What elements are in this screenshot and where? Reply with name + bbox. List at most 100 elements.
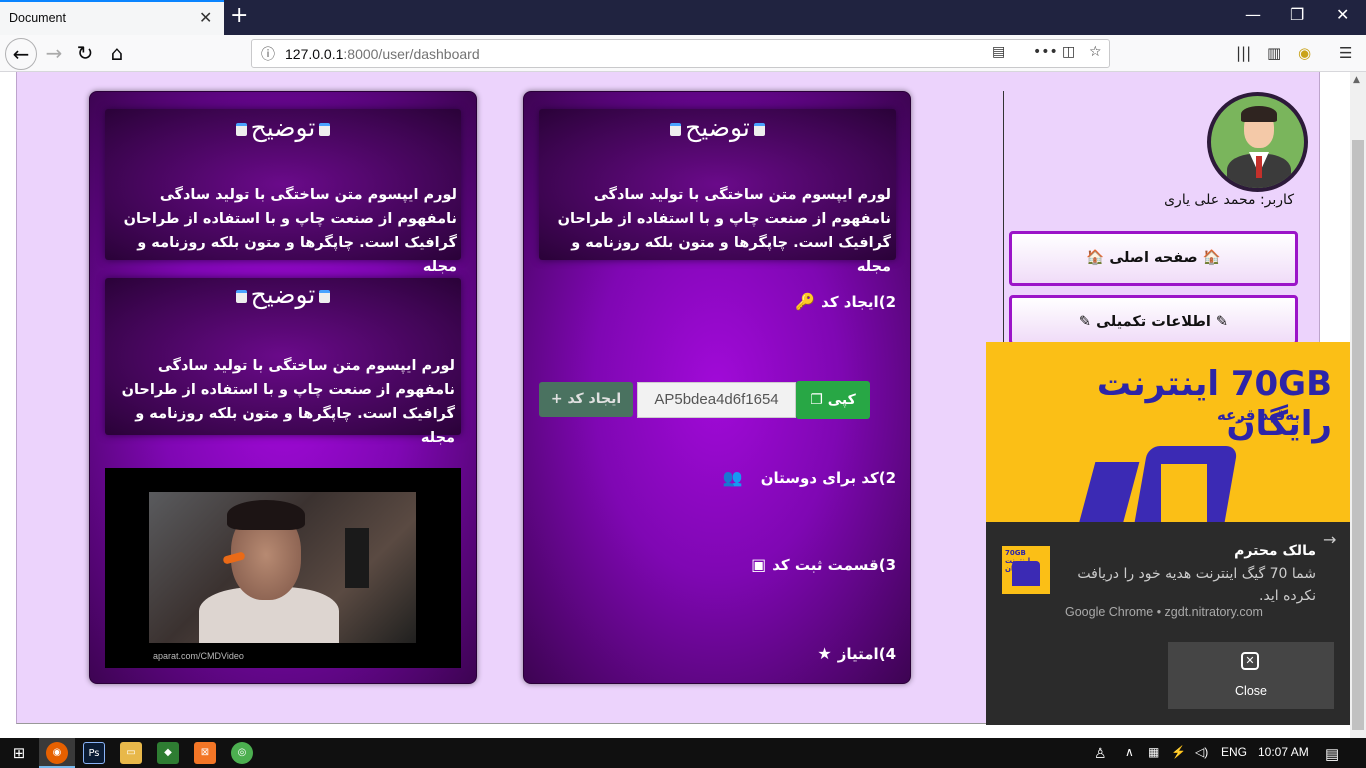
menu-icon[interactable]: ☰ [1339,44,1352,62]
page-actions-icon[interactable]: ••• [1033,44,1058,60]
video-person-hair [227,500,305,530]
additional-info-menu-button[interactable]: ✎ اطلاعات تکمیلی ✎ [1009,295,1298,345]
home-menu-label: صفحه اصلی [1109,250,1198,266]
power-icon[interactable]: ⚡ [1171,745,1186,759]
generate-code-label: ایجاد کد [567,391,622,407]
description-box: توضیح لورم ایپسوم متن ساختگی با تولید سا… [539,109,896,275]
generate-code-button[interactable]: + ایجاد کد [539,382,633,417]
close-label: Close [1235,684,1267,698]
book-icon [670,123,682,136]
sidebar-icon[interactable]: ▥ [1267,44,1281,62]
description-text: لورم ایپسوم متن ساختگی با تولید سادگی نا… [121,358,455,446]
ad-headline: 70GB اینترنت رایگان [1096,364,1332,444]
notification-source: Google Chrome • zgdt.nitratory.com [1065,605,1263,619]
pocket-icon[interactable]: ◫ [1062,44,1075,60]
home-icon[interactable]: ⌂ [103,40,131,68]
xampp-icon[interactable]: ⊠ [194,742,216,764]
extension-icon[interactable]: ◉ [1298,44,1311,62]
description-heading: توضیح [539,113,896,142]
key-icon: 🔑 [795,292,816,311]
tray-chevron-icon[interactable]: ∧ [1125,745,1134,759]
clock[interactable]: 10:07 AM [1258,745,1309,759]
video-background-door [345,528,369,588]
language-indicator[interactable]: ENG [1221,745,1247,759]
copy-button[interactable]: ❐ کپی [796,381,870,419]
bookmark-star-icon[interactable]: ☆ [1089,44,1102,60]
url-host: 127.0.0.1 [285,46,344,62]
network-icon[interactable]: ▦ [1148,745,1159,759]
open-arrow-icon[interactable]: → [1323,530,1336,549]
description-box: توضیح لورم ایپسوم متن ساختگی با تولید سا… [105,109,461,275]
home-menu-button[interactable]: 🏠 صفحه اصلی 🏠 [1009,231,1298,286]
push-notification[interactable]: 70GB اینترنت رایگان به‌قید قرعه → 70GB ا… [986,342,1350,725]
notification-banner-image: 70GB اینترنت رایگان به‌قید قرعه [986,342,1350,522]
firefox-icon[interactable]: ◉ [46,742,68,764]
additional-info-label: اطلاعات تکمیلی [1096,314,1211,330]
video-player[interactable]: aparat.com/CMDVideo [105,468,461,668]
notification-title: مالک محترم [1234,543,1316,559]
avatar-hair [1241,106,1277,122]
description-box: توضیح لورم ایپسوم متن ساختگی با تولید سا… [105,278,461,446]
notification-body: شما 70 گیگ اینترنت هدیه خود را دریافت نک… [1077,566,1316,604]
book-icon [235,123,247,136]
scrollbar[interactable]: ▲ [1350,72,1366,738]
photoshop-icon[interactable]: Ps [83,742,105,764]
action-center-icon[interactable]: ▤ [1325,745,1339,763]
library-icon[interactable]: ||| [1236,44,1251,62]
forward-arrow-icon[interactable]: → [40,40,68,68]
video-thumbnail [149,492,416,643]
register-code-heading: 3)قسمت ثبت کد ▣ [560,555,896,574]
friends-code-label: 2)کد برای دوستان [760,469,896,487]
url-path: :8000/user/dashboard [343,46,480,62]
info-icon[interactable]: ⓘ [261,44,275,64]
create-code-heading: 2)ایجاد کد 🔑 [560,292,896,311]
url-bar[interactable]: ⓘ 127.0.0.1:8000/user/dashboard ▤ ••• ◫ … [251,39,1110,68]
avatar [1207,92,1308,192]
minimize-icon[interactable]: — [1245,5,1261,24]
volume-icon[interactable]: ◁) [1195,745,1208,759]
friends-code-heading: 2)کد برای دوستان 👥 [560,468,896,487]
description-heading: توضیح [105,113,461,142]
book-icon [235,290,247,303]
register-code-label: 3)قسمت ثبت کد [772,556,896,574]
file-explorer-icon[interactable]: ▭ [120,742,142,764]
ad-4g-shape [1161,464,1207,522]
people-icon[interactable]: ♙ [1094,745,1107,762]
window-close-icon[interactable]: ✕ [1336,5,1349,24]
close-tab-icon[interactable]: ✕ [199,8,212,27]
code-field[interactable]: AP5bdea4d6f1654 [637,382,796,418]
scroll-up-icon[interactable]: ▲ [1353,75,1360,85]
chrome-icon[interactable]: ◎ [231,742,253,764]
taskbar: ⊞ ◉ Ps ▭ ◆ ⊠ ◎ ♙ ∧ ▦ ⚡ ◁) ENG 10:07 AM ▤ [0,738,1366,768]
description-text: لورم ایپسوم متن ساختگی با تولید سادگی نا… [557,187,891,275]
description-title: توضیح [685,113,750,142]
description-title: توضیح [250,280,316,309]
url-text[interactable]: 127.0.0.1:8000/user/dashboard [285,46,480,62]
save-icon: ▣ [751,555,767,574]
ad-subheadline: به‌قید قرعه [1216,406,1300,424]
new-tab-icon[interactable]: + [230,3,248,28]
username: کاربر: محمد علی یاری [1164,192,1294,208]
scroll-thumb[interactable] [1352,140,1364,730]
home-icon: 🏠 [1202,250,1221,266]
back-arrow-icon[interactable]: ← [5,38,37,70]
book-icon [753,123,765,136]
browser-nav-bar: ← → ↻ ⌂ ⓘ 127.0.0.1:8000/user/dashboard … [0,35,1366,72]
edit-icon: ✎ [1215,314,1229,330]
windows-start-icon[interactable]: ⊞ [8,742,30,764]
reader-view-icon[interactable]: ▤ [992,44,1005,60]
star-icon: ★ [817,644,832,663]
notification-close-button[interactable]: ✕ Close [1168,642,1334,709]
points-heading: 4)امتیاز ★ [560,644,896,663]
points-label: 4)امتیاز [837,645,896,663]
browser-tab[interactable]: Document ✕ [0,0,224,35]
book-icon [319,123,331,136]
copy-icon: ❐ [810,392,823,408]
restore-icon[interactable]: ❐ [1290,5,1304,24]
git-icon[interactable]: ◆ [157,742,179,764]
close-icon: ✕ [1241,652,1259,670]
reload-icon[interactable]: ↻ [71,40,99,68]
book-icon [319,290,331,303]
description-heading: توضیح [105,280,461,309]
avatar-tie [1256,156,1262,178]
